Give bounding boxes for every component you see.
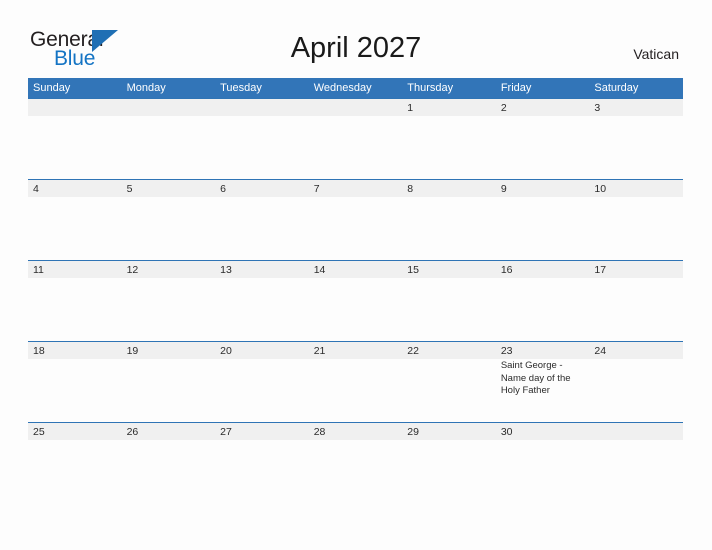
day-number: 14: [313, 264, 326, 276]
week-row: 11 12 13 14 15 16 17: [28, 260, 683, 341]
day-number: 20: [220, 345, 232, 357]
day-cell[interactable]: 18: [28, 342, 122, 422]
day-number: 3: [594, 102, 601, 114]
day-cell[interactable]: 5: [122, 180, 216, 260]
day-cell[interactable]: 7: [309, 180, 403, 260]
day-cell[interactable]: [215, 99, 309, 179]
day-number: 16: [500, 264, 513, 276]
weekday-header-monday: Monday: [126, 82, 166, 94]
day-number: 22: [407, 345, 419, 357]
weekday-header-tuesday: Tuesday: [220, 82, 262, 94]
day-number: 8: [407, 183, 414, 195]
day-cell[interactable]: 2: [496, 99, 590, 179]
day-cell[interactable]: 4: [28, 180, 122, 260]
day-cell[interactable]: 29: [402, 423, 496, 503]
day-number: 23: [500, 345, 513, 357]
day-number: 6: [220, 183, 226, 195]
day-cell[interactable]: 12: [122, 261, 216, 341]
day-cell[interactable]: 3: [589, 99, 683, 179]
day-cell[interactable]: 20: [215, 342, 309, 422]
weekday-header-thursday: Thursday: [407, 82, 454, 94]
day-number: 28: [313, 426, 326, 438]
day-cell[interactable]: 19: [122, 342, 216, 422]
day-cell[interactable]: 25: [28, 423, 122, 503]
region-label: Vatican: [633, 46, 679, 62]
day-number: 24: [594, 345, 607, 357]
day-number: 12: [126, 264, 139, 276]
day-cell[interactable]: [28, 99, 122, 179]
week-row: 1 2 3: [28, 98, 683, 179]
day-number: 27: [220, 426, 232, 438]
calendar-grid: Sunday Monday Tuesday Wednesday Thursday…: [28, 78, 683, 503]
day-number: 26: [126, 426, 139, 438]
weekday-header-wednesday: Wednesday: [313, 82, 372, 94]
day-cell[interactable]: 1: [402, 99, 496, 179]
day-number: 11: [33, 264, 44, 276]
day-cell[interactable]: [309, 99, 403, 179]
day-cell[interactable]: 16: [496, 261, 590, 341]
day-cell[interactable]: 26: [122, 423, 216, 503]
weekday-header-sunday: Sunday: [33, 82, 71, 94]
day-number: 30: [500, 426, 513, 438]
day-cell[interactable]: [589, 423, 683, 503]
day-cell[interactable]: 28: [309, 423, 403, 503]
day-cell[interactable]: 13: [215, 261, 309, 341]
weekday-header-friday: Friday: [500, 82, 532, 94]
day-event: Saint George - Name day of the Holy Fath…: [500, 360, 571, 397]
day-cell-event[interactable]: 23 Saint George - Name day of the Holy F…: [496, 342, 590, 422]
day-cell[interactable]: 8: [402, 180, 496, 260]
day-number: 4: [33, 183, 39, 195]
weekday-header-saturday: Saturday: [594, 82, 639, 94]
day-cell[interactable]: 10: [589, 180, 683, 260]
day-number: 18: [33, 345, 45, 357]
day-cell[interactable]: 21: [309, 342, 403, 422]
day-number: 2: [500, 102, 507, 114]
day-number: 17: [594, 264, 607, 276]
page-title: April 2027: [290, 32, 422, 64]
page-header: General Blue April 2027 Vatican: [0, 0, 712, 76]
day-cell[interactable]: 14: [309, 261, 403, 341]
day-number: 10: [594, 183, 607, 195]
week-row: 18 19 20 21 22 23 Saint George - Name da…: [28, 341, 683, 422]
day-number: 9: [500, 183, 507, 195]
day-cell[interactable]: 24: [589, 342, 683, 422]
day-cell[interactable]: 30: [496, 423, 590, 503]
day-number: 1: [407, 102, 414, 114]
day-number: 19: [126, 345, 139, 357]
day-number: 25: [33, 426, 45, 438]
day-number: 29: [407, 426, 419, 438]
weekday-header-row: Sunday Monday Tuesday Wednesday Thursday…: [28, 78, 683, 98]
day-cell[interactable]: 17: [589, 261, 683, 341]
day-number: 13: [220, 264, 232, 276]
day-cell[interactable]: 15: [402, 261, 496, 341]
day-number: 7: [313, 183, 320, 195]
day-cell[interactable]: 6: [215, 180, 309, 260]
week-row: 25 26 27 28 29 30: [28, 422, 683, 503]
day-cell[interactable]: 27: [215, 423, 309, 503]
day-cell[interactable]: [122, 99, 216, 179]
week-row: 4 5 6 7 8 9 10: [28, 179, 683, 260]
day-cell[interactable]: 22: [402, 342, 496, 422]
day-number: 21: [313, 345, 326, 357]
day-cell[interactable]: 11: [28, 261, 122, 341]
day-cell[interactable]: 9: [496, 180, 590, 260]
day-number: 15: [407, 264, 419, 276]
day-number: 5: [126, 183, 133, 195]
